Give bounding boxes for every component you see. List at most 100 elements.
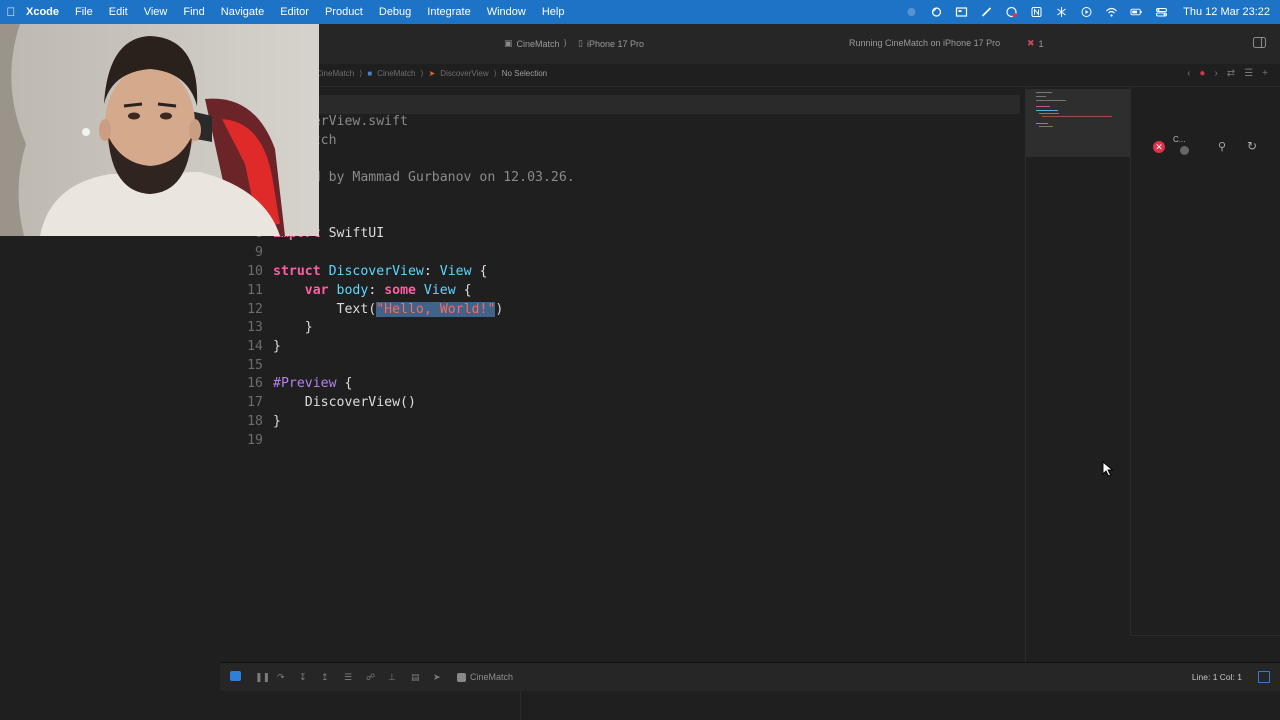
type-name: View <box>439 264 472 279</box>
code-line-14: } <box>273 338 281 356</box>
minimap-line <box>1042 116 1112 117</box>
scheme-selector[interactable]: ▣ CineMatch ⟩ <box>504 38 567 49</box>
step-out-icon[interactable]: ↥ <box>321 672 329 683</box>
simulate-location-icon[interactable]: ▤ <box>411 672 420 683</box>
pause-icon[interactable]: ❚❚ <box>255 672 270 683</box>
webcam-overlay <box>0 24 319 236</box>
console-area[interactable] <box>220 691 1280 720</box>
play-circle-icon[interactable] <box>1079 6 1093 18</box>
punctuation: } <box>304 320 313 335</box>
menu-help[interactable]: Help <box>534 6 573 18</box>
cursor-position: Line: 1 Col: 1 <box>1191 672 1242 682</box>
chevron-right-icon: ⟩ <box>359 69 363 78</box>
keyword: var <box>304 283 329 298</box>
inspector-toggle-button[interactable] <box>1253 37 1266 48</box>
hotspot-icon[interactable] <box>1004 6 1018 18</box>
destination-label: iPhone 17 Pro <box>586 38 644 49</box>
menu-navigate[interactable]: Navigate <box>213 6 272 18</box>
issue-indicator[interactable]: ✖ 1 <box>1027 38 1044 49</box>
menu-debug[interactable]: Debug <box>371 6 419 18</box>
apple-menu-icon[interactable]:  <box>2 5 20 19</box>
battery-icon[interactable] <box>1129 6 1143 18</box>
issue-count: 1 <box>1038 38 1044 49</box>
function-call: Text( <box>336 302 377 317</box>
breadcrumb-group[interactable]: CineMatch <box>377 69 415 78</box>
line-number: 12 <box>247 302 263 317</box>
source-editor[interactable]: iscoverView.swift ineMatch reated by Mam… <box>220 87 1025 662</box>
pin-preview-icon[interactable]: ⚲ <box>1218 140 1226 153</box>
breadcrumb-project[interactable]: CineMatch <box>316 69 354 78</box>
breadcrumb: CineMatch ⟩ ■ CineMatch ⟩ ➤ DiscoverView… <box>316 69 547 78</box>
minimap-line <box>1036 110 1058 111</box>
minimap-line <box>1036 106 1050 107</box>
memory-graph-icon[interactable]: ☍ <box>366 672 375 683</box>
punctuation: { <box>455 283 472 298</box>
preview-status-label: C... <box>1173 135 1186 144</box>
destination-selector[interactable]: ▯ iPhone 17 Pro <box>578 38 644 49</box>
menu-file[interactable]: File <box>67 6 101 18</box>
preview-error-icon[interactable]: ✕ <box>1153 141 1165 153</box>
menu-editor[interactable]: Editor <box>272 6 317 18</box>
related-items-icon[interactable]: ⇄ <box>1227 68 1235 79</box>
phone-icon: ▯ <box>578 38 583 48</box>
code-line-10: struct DiscoverView: View { <box>273 263 487 281</box>
line-number: 18 <box>247 414 263 429</box>
record-dot-icon[interactable] <box>904 6 918 18</box>
view-hierarchy-icon[interactable]: ☰ <box>344 672 352 683</box>
menu-edit[interactable]: Edit <box>101 6 136 18</box>
breadcrumb-selection[interactable]: No Selection <box>502 69 547 78</box>
minimap[interactable] <box>1025 87 1131 662</box>
n-app-icon[interactable] <box>1029 6 1043 18</box>
menubar-clock[interactable]: Thu 12 Mar 23:22 <box>1183 6 1270 18</box>
toggle-console-button[interactable] <box>230 671 241 681</box>
control-center-icon[interactable] <box>1154 6 1168 18</box>
add-editor-icon[interactable]: + <box>1262 68 1268 79</box>
fan-icon[interactable] <box>1054 6 1068 18</box>
process-selector[interactable]: CineMatch <box>457 672 513 682</box>
punctuation: : <box>368 283 385 298</box>
menu-integrate[interactable]: Integrate <box>419 6 478 18</box>
punctuation: ) <box>495 302 504 317</box>
app-icon <box>457 672 466 682</box>
punctuation: } <box>273 339 281 354</box>
menu-find[interactable]: Find <box>175 6 212 18</box>
refresh-icon[interactable]: ↻ <box>1247 139 1257 153</box>
string-literal-selected: "Hello, World!" <box>376 302 496 317</box>
menu-view[interactable]: View <box>136 6 176 18</box>
editor-options-icon[interactable]: ☰ <box>1244 68 1253 79</box>
type-name: DiscoverView <box>328 264 424 279</box>
swift-file-icon: ➤ <box>428 69 436 78</box>
breadcrumb-file[interactable]: DiscoverView <box>440 69 488 78</box>
back-icon[interactable]: ‹ <box>1187 68 1190 79</box>
console-divider[interactable] <box>520 691 521 720</box>
code-line-12: Text("Hello, World!") <box>273 301 503 319</box>
macro-directive: #Preview <box>273 376 337 391</box>
step-into-icon[interactable]: ↧ <box>299 672 307 683</box>
menu-window[interactable]: Window <box>479 6 534 18</box>
location-arrow-icon[interactable]: ➤ <box>433 672 441 683</box>
environment-icon[interactable]: ⊥ <box>388 672 396 683</box>
canvas-preview-pane: ✕ C... ⚲ ↻ <box>1130 87 1280 636</box>
keyword: struct <box>273 264 321 279</box>
menu-app-xcode[interactable]: Xcode <box>20 6 67 18</box>
sidebar-right-icon <box>1253 37 1266 48</box>
pen-icon[interactable] <box>979 6 993 18</box>
error-nav-icon[interactable]: ● <box>1199 68 1205 79</box>
current-line-highlight <box>220 95 1020 114</box>
line-number: 10 <box>247 264 263 279</box>
code-line-16: #Preview { <box>273 375 352 393</box>
scheme-label: CineMatch <box>516 38 560 49</box>
wifi-icon[interactable] <box>1104 6 1118 18</box>
screen-icon[interactable] <box>954 6 968 18</box>
info-icon[interactable] <box>1180 146 1189 155</box>
punctuation: { <box>471 264 488 279</box>
presenter-video <box>0 24 319 236</box>
step-over-icon[interactable]: ↷ <box>277 672 285 683</box>
sync-icon[interactable] <box>929 6 943 18</box>
chevron-right-icon: ⟩ <box>493 69 497 78</box>
menu-product[interactable]: Product <box>317 6 371 18</box>
toggle-debug-area-icon[interactable] <box>1258 671 1270 683</box>
forward-icon[interactable]: › <box>1214 68 1217 79</box>
module-name: SwiftUI <box>328 226 385 241</box>
line-number: 9 <box>255 245 263 260</box>
